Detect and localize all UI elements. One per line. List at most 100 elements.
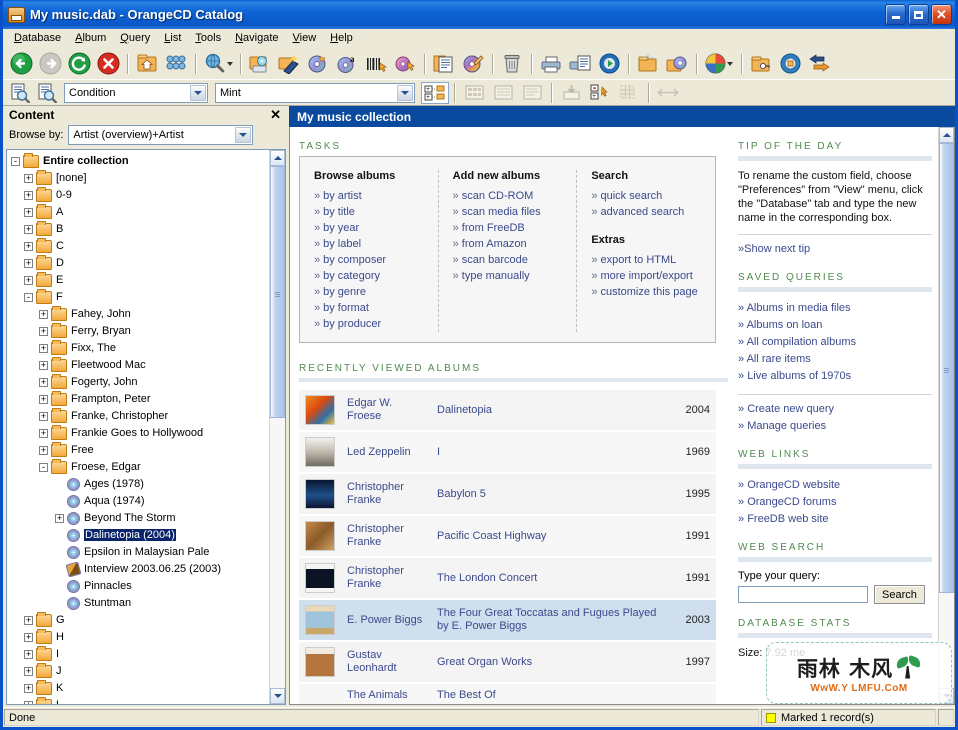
open-folder-button[interactable] (634, 51, 662, 77)
table-row[interactable]: Led Zeppelin I 1969 (299, 431, 716, 474)
album-title-cell[interactable]: Dalinetopia (431, 390, 674, 432)
close-button[interactable]: ✕ (931, 4, 952, 25)
key-folder-button[interactable] (747, 51, 775, 77)
find-records-button[interactable] (7, 80, 33, 106)
saved-query-link[interactable]: » All compilation albums (738, 334, 932, 351)
tree-item[interactable]: + Fogerty, John (11, 373, 269, 391)
extras-link[interactable]: » export to HTML (591, 252, 705, 268)
web-link-link[interactable]: » FreeDB web site (738, 511, 932, 528)
expand-icon[interactable]: + (24, 258, 33, 268)
tree-item[interactable]: + Frankie Goes to Hollywood (11, 424, 269, 442)
from-amazon-button[interactable]: a (333, 51, 361, 77)
grid-select-button[interactable] (615, 80, 643, 106)
menu-list[interactable]: List (157, 30, 188, 46)
tree-item[interactable]: Aqua (1974) (11, 493, 269, 510)
album-title-cell[interactable]: The Best Of (431, 683, 674, 704)
stop-button[interactable] (94, 51, 122, 77)
expand-icon[interactable]: + (24, 615, 33, 625)
browse-album-link[interactable]: » by artist (314, 188, 428, 204)
web-link-link[interactable]: » OrangeCD website (738, 477, 932, 494)
expand-icon[interactable]: + (24, 632, 33, 642)
web-search-button[interactable] (201, 51, 235, 77)
expand-icon[interactable]: + (39, 394, 48, 404)
expand-icon[interactable]: + (39, 360, 48, 370)
table-row[interactable]: Edgar W. Froese Dalinetopia 2004 (299, 390, 716, 432)
web-search-button[interactable]: Search (874, 585, 925, 604)
extras-link[interactable]: » more import/export (591, 268, 705, 284)
scroll-thumb[interactable] (939, 143, 954, 593)
tree-item[interactable]: - Entire collection (11, 152, 269, 170)
tree-item[interactable]: -F (11, 288, 269, 306)
expand-icon[interactable]: + (39, 326, 48, 336)
add-album-link[interactable]: » scan barcode (453, 252, 567, 268)
scan-cdrom-button[interactable] (246, 51, 274, 77)
menu-album[interactable]: Album (68, 30, 113, 46)
expand-icon[interactable]: + (39, 428, 48, 438)
menu-view[interactable]: View (286, 30, 324, 46)
saved-query-link[interactable]: » All rare items (738, 351, 932, 368)
tree-item[interactable]: +L (11, 696, 269, 704)
saved-query-link[interactable]: » Albums in media files (738, 300, 932, 317)
saved-query-link[interactable]: » Live albums of 1970s (738, 368, 932, 385)
extras-link[interactable]: » customize this page (591, 284, 705, 300)
collapse-icon[interactable]: - (39, 462, 48, 472)
table-row[interactable]: E. Power Biggs The Four Great Toccatas an… (299, 599, 716, 642)
album-artist-cell[interactable]: Gustav Leonhardt (341, 641, 431, 684)
play-button[interactable] (595, 51, 623, 77)
collection-tree[interactable]: - Entire collection + [none] +0-9 + A + B + C + D + E -… (7, 150, 269, 704)
copy-album-button[interactable] (430, 51, 458, 77)
table-row[interactable]: Christopher Franke The London Concert 1991 (299, 557, 716, 600)
browse-album-link[interactable]: » by year (314, 220, 428, 236)
tree-item[interactable]: + Ferry, Bryan (11, 322, 269, 340)
expand-icon[interactable]: + (39, 343, 48, 353)
album-artist-cell[interactable]: Led Zeppelin (341, 431, 431, 474)
tree-item[interactable]: Pinnacles (11, 578, 269, 595)
browse-album-link[interactable]: » by category (314, 268, 428, 284)
from-freedb-button[interactable] (304, 51, 332, 77)
browse-album-link[interactable]: » by composer (314, 252, 428, 268)
fit-columns-button[interactable] (654, 80, 682, 106)
table-row[interactable]: Christopher Franke Pacific Coast Highway 1… (299, 515, 716, 558)
expand-icon[interactable]: + (24, 173, 33, 183)
refresh-button[interactable] (65, 51, 93, 77)
album-title-cell[interactable]: The Four Great Toccatas and Fugues Playe… (431, 599, 674, 642)
tree-item[interactable]: + Fahey, John (11, 305, 269, 323)
add-album-link[interactable]: » type manually (453, 268, 567, 284)
collapse-icon[interactable]: - (11, 156, 20, 166)
maximize-button[interactable] (908, 4, 929, 25)
tree-item[interactable]: Interview 2003.06.25 (2003) (11, 561, 269, 578)
query-action-link[interactable]: » Create new query (738, 401, 932, 418)
tree-item[interactable]: + Beyond The Storm (11, 510, 269, 527)
tree-item[interactable]: + J (11, 662, 269, 680)
export-view-button[interactable] (557, 80, 585, 106)
table-row[interactable]: The Animals The Best Of (299, 683, 716, 704)
find-next-button[interactable] (34, 80, 60, 106)
filter-value-combo[interactable]: Mint (215, 82, 415, 103)
add-album-link[interactable]: » scan media files (453, 204, 567, 220)
list-view-button[interactable] (518, 80, 546, 106)
tree-item[interactable]: + A (11, 203, 269, 221)
tree-item[interactable]: + Fleetwood Mac (11, 356, 269, 374)
tree-item[interactable]: - Froese, Edgar (11, 458, 269, 476)
scroll-down-button[interactable] (270, 688, 285, 704)
browse-album-link[interactable]: » by title (314, 204, 428, 220)
tree-scrollbar[interactable] (269, 149, 285, 704)
saved-query-link[interactable]: » Albums on loan (738, 317, 932, 334)
expand-icon[interactable]: + (39, 309, 48, 319)
tree-item[interactable]: + Franke, Christopher (11, 407, 269, 425)
scan-barcode-button[interactable] (362, 51, 390, 77)
web-search-input[interactable] (738, 586, 868, 603)
tree-item[interactable]: + G (11, 611, 269, 629)
web-link-link[interactable]: » OrangeCD forums (738, 494, 932, 511)
expand-icon[interactable]: + (24, 683, 33, 693)
details-view-button[interactable] (489, 80, 517, 106)
album-title-cell[interactable]: Babylon 5 (431, 473, 674, 516)
tree-item[interactable]: + E (11, 271, 269, 289)
close-icon[interactable]: ✕ (266, 107, 285, 123)
expand-icon[interactable]: + (24, 666, 33, 676)
browse-album-link[interactable]: » by format (314, 300, 428, 316)
tree-item[interactable]: Epsilon in Malaysian Pale (11, 544, 269, 561)
page-scrollbar[interactable] (938, 127, 954, 704)
add-album-link[interactable]: » from Amazon (453, 236, 567, 252)
add-album-link[interactable]: » from FreeDB (453, 220, 567, 236)
